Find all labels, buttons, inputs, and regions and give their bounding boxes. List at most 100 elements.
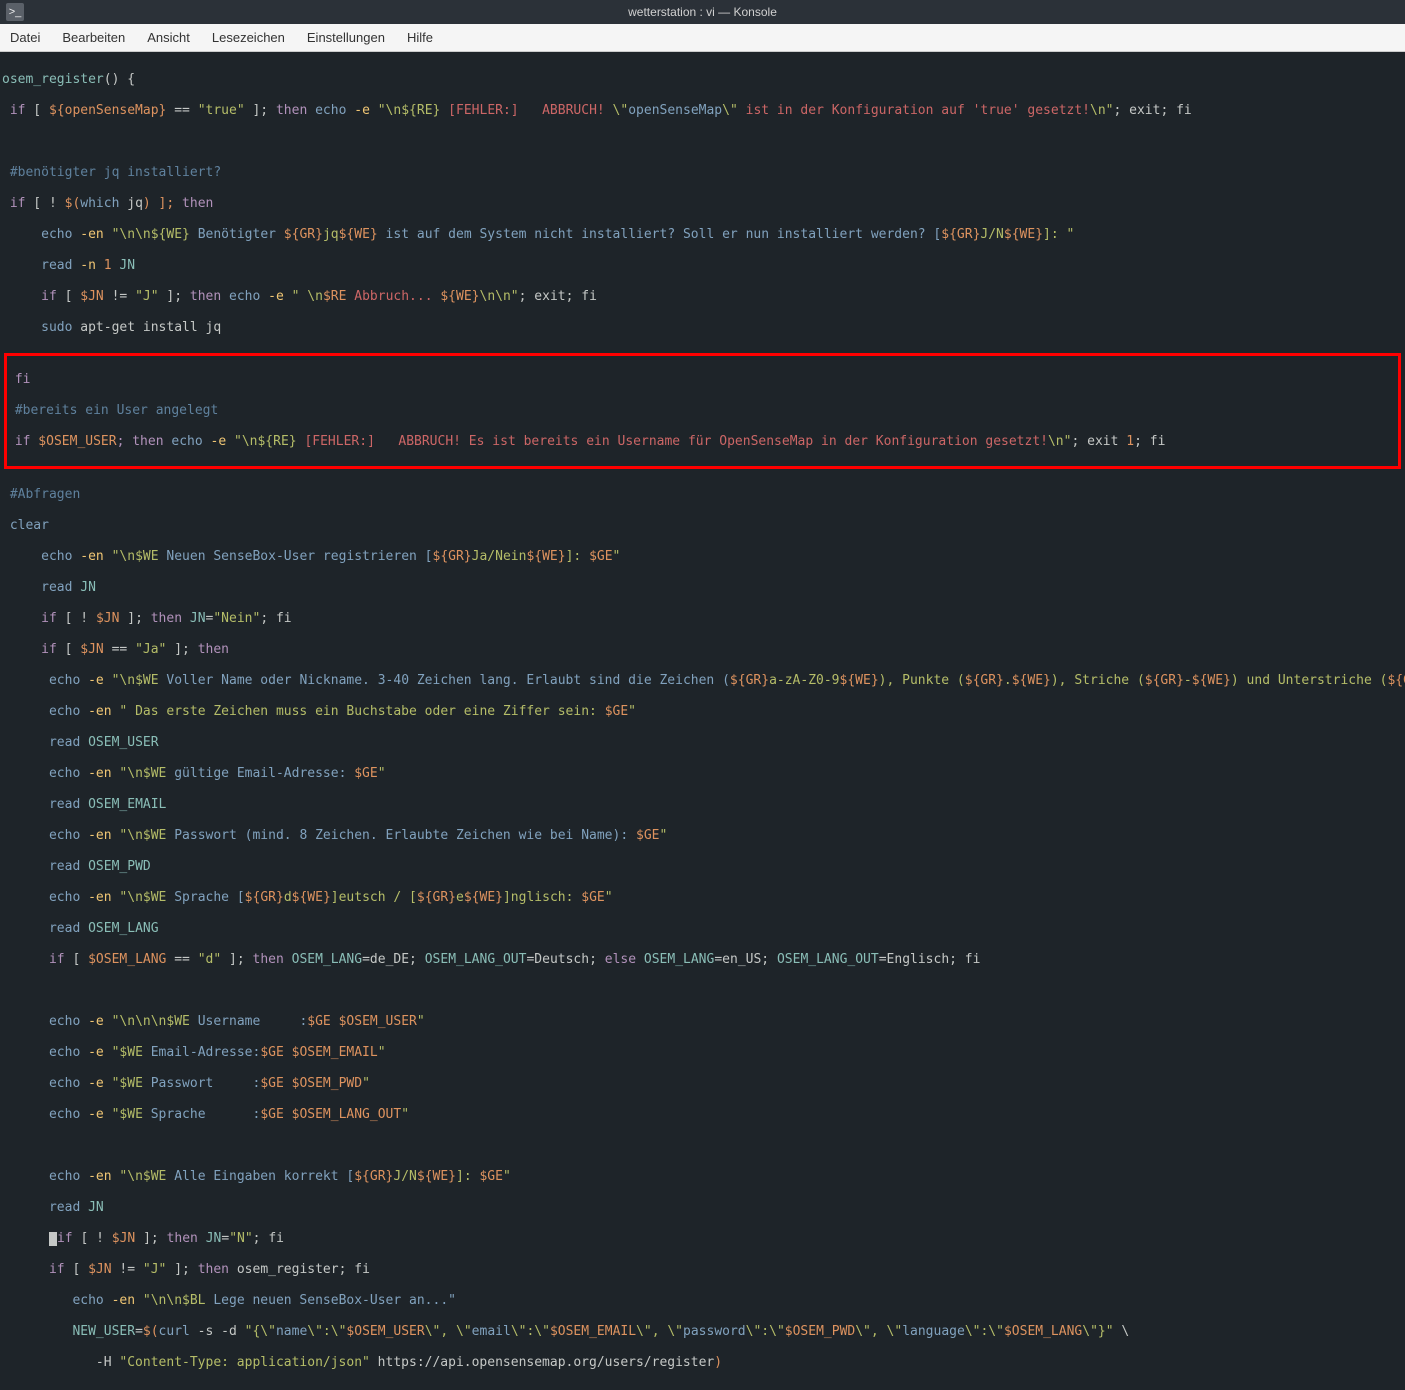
code-token: ) ]; — [143, 196, 182, 211]
code-token: Benötigter — [190, 227, 284, 242]
code-token: [ ! — [57, 611, 96, 626]
code-token: password — [683, 1324, 746, 1339]
code-token: \":\" — [511, 1324, 550, 1339]
code-token: 1 — [1126, 434, 1134, 449]
menu-bookmarks[interactable]: Lesezeichen — [212, 30, 285, 45]
code-token: fi — [7, 372, 30, 387]
code-token: [ — [57, 289, 80, 304]
code-token: if — [2, 952, 65, 967]
code-token: "\n$WE — [119, 828, 166, 843]
code-token: \":\" — [746, 1324, 785, 1339]
code-token: $JN — [96, 611, 119, 626]
code-token: Passwort : — [143, 1076, 260, 1091]
code-token: "Content-Type: application/json" — [119, 1355, 369, 1370]
code-token: echo — [2, 890, 80, 905]
code-token: Ja/Nein — [472, 549, 527, 564]
code-token: $OSEM_USER — [346, 1324, 424, 1339]
code-token: osem_register; fi — [229, 1262, 370, 1277]
menubar: Datei Bearbeiten Ansicht Lesezeichen Ein… — [0, 24, 1405, 52]
code-token: echo — [2, 1076, 80, 1091]
window-title: wetterstation : vi — Konsole — [628, 5, 777, 19]
code-token: [ ! — [25, 196, 64, 211]
code-token: which — [80, 196, 119, 211]
code-token: ${WE} — [292, 890, 331, 905]
code-token: " — [628, 704, 636, 719]
code-token: a-zA-Z0-9 — [769, 673, 839, 688]
code-token: - — [1184, 673, 1192, 688]
code-token: ]: " — [1043, 227, 1074, 242]
code-token: "Nein" — [213, 611, 260, 626]
code-token: then — [198, 1262, 229, 1277]
code-token: OSEM_USER — [80, 735, 158, 750]
code-token: echo — [307, 103, 346, 118]
code-token: "\n$WE — [112, 673, 159, 688]
code-token: = — [135, 1324, 143, 1339]
code-token: =Englisch; fi — [879, 952, 981, 967]
code-token: [FEHLER:] ABBRUCH! — [440, 103, 604, 118]
code-token: ${GR} — [354, 1169, 393, 1184]
code-token: if — [2, 196, 25, 211]
code-token: "\n\n${WE} — [112, 227, 190, 242]
code-token: read — [2, 1200, 80, 1215]
menu-edit[interactable]: Bearbeiten — [62, 30, 125, 45]
code-token: =Deutsch; — [526, 952, 604, 967]
code-token: Abbruch... — [346, 289, 440, 304]
code-token: $GE — [589, 549, 612, 564]
code-token: . — [1004, 673, 1012, 688]
code-token: then — [190, 289, 221, 304]
code-token: ${WE} — [526, 549, 565, 564]
code-token: "$WE — [112, 1045, 143, 1060]
code-token: " — [417, 1014, 425, 1029]
code-token: $OSEM_EMAIL — [550, 1324, 636, 1339]
code-token: \n" — [1090, 103, 1113, 118]
code-token: OSEM_PWD — [80, 859, 150, 874]
menu-help[interactable]: Hilfe — [407, 30, 433, 45]
code-token: ]; — [159, 289, 190, 304]
code-token: JN — [80, 1200, 103, 1215]
code-token: $JN — [80, 642, 103, 657]
code-token: openSenseMap — [628, 103, 722, 118]
code-token: if — [57, 1231, 73, 1246]
code-token: d — [284, 890, 292, 905]
code-token: ]: — [566, 549, 589, 564]
code-token: ; exit; fi — [1113, 103, 1191, 118]
code-token: name — [276, 1324, 307, 1339]
code-token: -e — [80, 1076, 111, 1091]
code-token: if — [2, 611, 57, 626]
code-token: ]eutsch / [ — [331, 890, 417, 905]
code-token: ${GR} — [1387, 673, 1405, 688]
code-token: -e — [346, 103, 377, 118]
code-token: -H — [2, 1355, 119, 1370]
code-token: \":\" — [307, 1324, 346, 1339]
code-token: echo — [2, 1045, 80, 1060]
code-token: echo — [221, 289, 260, 304]
code-token: 1 — [104, 258, 112, 273]
code-token: -en — [104, 1293, 143, 1308]
code-token: Voller Name oder Nickname. 3-40 Zeichen … — [159, 673, 730, 688]
code-token: =de_DE; — [362, 952, 425, 967]
menu-file[interactable]: Datei — [10, 30, 40, 45]
code-token: then — [167, 1231, 198, 1246]
code-token: Lege neuen SenseBox-User an..." — [206, 1293, 456, 1308]
code-token: =en_US; — [714, 952, 777, 967]
code-token: OSEM_LANG — [636, 952, 714, 967]
code-token: then — [276, 103, 307, 118]
code-token: echo — [2, 704, 80, 719]
code-token: ), Striche ( — [1051, 673, 1145, 688]
menu-view[interactable]: Ansicht — [147, 30, 190, 45]
code-token: " — [605, 890, 613, 905]
code-token: ${WE} — [417, 1169, 456, 1184]
code-token: $JN — [80, 289, 103, 304]
code-token: \":\" — [965, 1324, 1004, 1339]
code-token: echo — [2, 1107, 80, 1122]
code-token: Passwort (mind. 8 Zeichen. Erlaubte Zeic… — [166, 828, 636, 843]
code-token: "J" — [143, 1262, 166, 1277]
code-token: = — [221, 1231, 229, 1246]
code-token: ]; — [135, 1231, 166, 1246]
menu-settings[interactable]: Einstellungen — [307, 30, 385, 45]
code-token: echo — [2, 673, 80, 688]
code-token: ; fi — [1134, 434, 1165, 449]
code-token: -en — [80, 828, 119, 843]
code-token: "$WE — [112, 1076, 143, 1091]
code-token: \" — [722, 103, 745, 118]
